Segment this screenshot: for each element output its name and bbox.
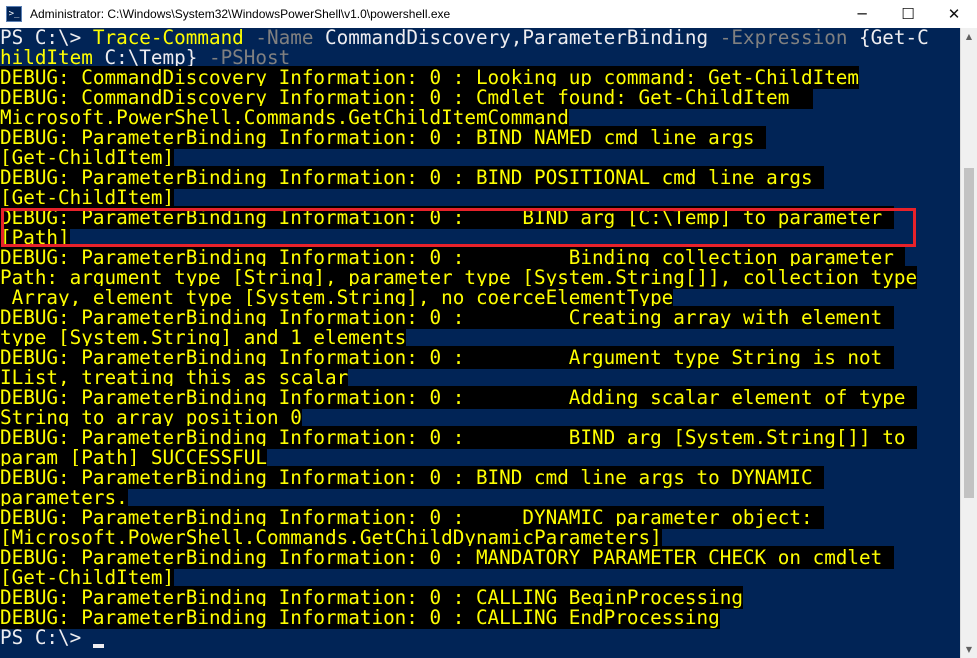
debug-output-line: Microsoft.PowerShell.Commands.GetChildIt… (0, 106, 960, 129)
debug-output-line: DEBUG: ParameterBinding Information: 0 :… (0, 386, 960, 409)
debug-output-line: DEBUG: ParameterBinding Information: 0 :… (0, 466, 960, 489)
command-line-wrap: hildItem C:\Temp} -PSHost (0, 48, 960, 68)
powershell-window: >_ Administrator: C:\Windows\System32\Wi… (0, 0, 977, 658)
debug-output-line: IList, treating this as scalar (0, 366, 960, 389)
vertical-scrollbar[interactable]: ▲ ▼ (960, 28, 977, 658)
maximize-button[interactable]: ☐ (885, 0, 931, 28)
text-cursor (92, 644, 104, 648)
debug-output-line: DEBUG: ParameterBinding Information: 0 :… (0, 126, 960, 149)
debug-output-line: DEBUG: CommandDiscovery Information: 0 :… (0, 66, 960, 89)
final-prompt-line: PS C:\> (0, 628, 960, 648)
debug-output-line: [Microsoft.PowerShell.Commands.GetChildD… (0, 526, 960, 549)
debug-output-line: [Get-ChildItem] (0, 186, 960, 209)
debug-output-line: DEBUG: ParameterBinding Information: 0 :… (0, 506, 960, 529)
command-line: PS C:\> Trace-Command -Name CommandDisco… (0, 28, 960, 48)
debug-text: DEBUG: ParameterBinding Information: 0 :… (0, 606, 720, 629)
debug-output-line: DEBUG: ParameterBinding Information: 0 :… (0, 166, 960, 189)
debug-output-line: parameters. (0, 486, 960, 509)
scroll-down-arrow-icon[interactable]: ▼ (961, 641, 977, 658)
debug-output-line: type [System.String] and 1 elements (0, 326, 960, 349)
debug-output-line: DEBUG: ParameterBinding Information: 0 :… (0, 546, 960, 569)
debug-output-line: DEBUG: ParameterBinding Information: 0 :… (0, 426, 960, 449)
window-controls: ─ ☐ ✕ (839, 0, 977, 28)
expression-parameter: -Expression (708, 28, 848, 49)
scrollbar-thumb[interactable] (964, 168, 974, 498)
debug-output-line: DEBUG: ParameterBinding Information: 0 :… (0, 606, 960, 629)
prompt: PS C:\> (0, 626, 93, 649)
debug-output-line: DEBUG: ParameterBinding Information: 0 :… (0, 586, 960, 609)
name-argument: CommandDiscovery,ParameterBinding (313, 28, 709, 49)
highlight-box (1, 208, 916, 247)
close-button[interactable]: ✕ (931, 0, 977, 28)
debug-output-line: DEBUG: CommandDiscovery Information: 0 :… (0, 86, 960, 109)
minimize-button[interactable]: ─ (839, 0, 885, 28)
debug-output-line: DEBUG: ParameterBinding Information: 0 :… (0, 246, 960, 269)
debug-output-line: [Get-ChildItem] (0, 146, 960, 169)
debug-output-line: DEBUG: ParameterBinding Information: 0 :… (0, 346, 960, 369)
powershell-icon: >_ (6, 6, 22, 22)
expression-argument-start: {Get-C (847, 28, 929, 49)
debug-output-line: [Get-ChildItem] (0, 566, 960, 589)
debug-output-line: Path: argument type [String], parameter … (0, 266, 960, 289)
window-title: Administrator: C:\Windows\System32\Windo… (30, 7, 451, 21)
scroll-up-arrow-icon[interactable]: ▲ (961, 28, 977, 45)
console-output[interactable]: PS C:\> Trace-Command -Name CommandDisco… (0, 28, 960, 658)
debug-output-line: param [Path] SUCCESSFUL (0, 446, 960, 469)
debug-output-line: Array, element type [System.String], no … (0, 286, 960, 309)
title-bar[interactable]: >_ Administrator: C:\Windows\System32\Wi… (0, 0, 977, 28)
debug-output-line: String to array position 0 (0, 406, 960, 429)
debug-output-line: DEBUG: ParameterBinding Information: 0 :… (0, 306, 960, 329)
